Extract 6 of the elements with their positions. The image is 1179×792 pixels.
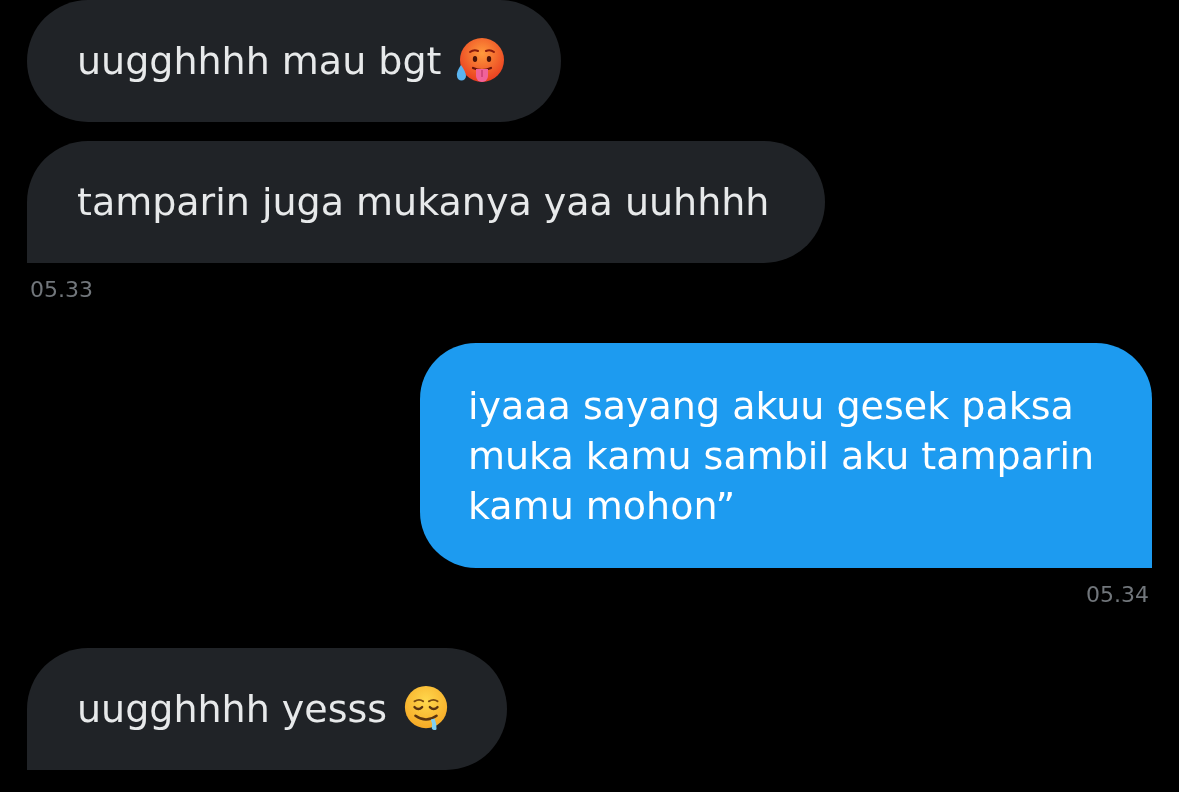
message-timestamp: 05.34 [1085,582,1150,608]
message-timestamp: 05.33 [29,277,94,303]
message-text: uugghhhh yesss [77,686,388,733]
message-text: iyaaa sayang akuu gesek paksa muka kamu sambil aku tamparin kamu mohon” [468,383,1096,530]
message-text: uugghhhh mau bgt [77,38,442,85]
message-text: tamparin juga mukanya yaa uuhhhh [77,179,770,226]
